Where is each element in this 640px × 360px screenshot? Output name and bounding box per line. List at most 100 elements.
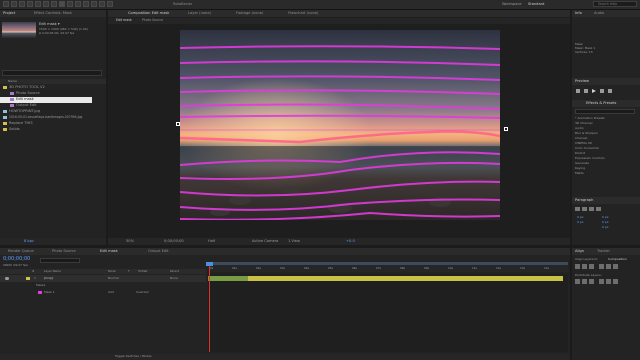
timeline-timecode[interactable]: 0;00;00;00 [3, 257, 30, 262]
column-name[interactable]: Name [8, 79, 17, 84]
layer-number: 1 [34, 276, 36, 280]
toggle-switches-modes[interactable]: Toggle Switches / Modes [115, 354, 152, 359]
distribute-h-center-icon[interactable] [606, 279, 611, 284]
play-icon[interactable] [592, 89, 596, 93]
zoom-tool-icon[interactable] [27, 1, 33, 7]
workspace-label: Workspace [502, 2, 522, 6]
tab-audio[interactable]: Audio [594, 11, 604, 16]
tab-edit-mask[interactable]: Edit mask [100, 249, 118, 254]
tab-effects-presets[interactable]: Effects & Presets [586, 101, 616, 106]
mask-vertex-handle[interactable] [504, 127, 508, 131]
camera-tool-icon[interactable] [43, 1, 49, 7]
tab-footage[interactable]: Footage (none) [236, 11, 263, 16]
tab-project[interactable]: Project [3, 11, 15, 16]
pan-behind-tool-icon[interactable] [51, 1, 57, 7]
align-h-center-icon[interactable] [582, 264, 587, 269]
subtab-edit-mask[interactable]: Edit mask [116, 18, 132, 23]
rotobezier-label[interactable]: RotoBezier [173, 2, 192, 7]
clone-tool-icon[interactable] [83, 1, 89, 7]
distribute-top-icon[interactable] [575, 279, 580, 284]
align-right-icon[interactable] [589, 207, 594, 211]
space-after-value[interactable]: 0 px [602, 225, 609, 230]
puppet-tool-icon[interactable] [107, 1, 113, 7]
tab-paragraph[interactable]: Paragraph [575, 198, 593, 203]
hand-tool-icon[interactable] [19, 1, 25, 7]
eraser-tool-icon[interactable] [91, 1, 97, 7]
layer-name[interactable]: [Crop] [44, 276, 53, 281]
bit-depth-label[interactable]: 8 bpc [24, 239, 34, 244]
justify-icon[interactable] [596, 207, 601, 211]
playhead-handle[interactable] [206, 262, 213, 266]
project-search-field[interactable] [2, 70, 102, 76]
tab-tracker[interactable]: Tracker [597, 249, 610, 254]
track-area[interactable] [206, 262, 568, 352]
home-icon[interactable] [3, 1, 9, 7]
workspace-select[interactable]: Standard [528, 2, 544, 7]
tab-layer[interactable]: Layer (none) [188, 11, 211, 16]
subtab-photo-source[interactable]: Photo Source [142, 18, 163, 23]
align-center-icon[interactable] [582, 207, 587, 211]
viewer-timecode[interactable]: 0;00;00;00 [164, 239, 184, 244]
view-layout-select[interactable]: 1 View [288, 239, 300, 244]
zoom-level[interactable]: 50% [126, 239, 134, 244]
align-left-edge-icon[interactable] [575, 264, 580, 269]
align-top-edge-icon[interactable] [599, 264, 604, 269]
previous-frame-icon[interactable] [584, 89, 588, 93]
tab-effect-controls[interactable]: Effect Controls: Mask [34, 11, 72, 16]
layer-parent-select[interactable]: None [170, 276, 178, 281]
layer-row[interactable]: 1 [Crop] Normal None [0, 275, 206, 282]
camera-select[interactable]: Active Camera [252, 239, 278, 244]
distribute-right-icon[interactable] [613, 279, 618, 284]
comp-icon [10, 92, 14, 95]
tab-align[interactable]: Align [575, 249, 584, 254]
current-time-indicator[interactable] [209, 262, 210, 352]
timeline-search-field[interactable] [40, 258, 80, 263]
distribute-bottom-icon[interactable] [589, 279, 594, 284]
align-bottom-edge-icon[interactable] [613, 264, 618, 269]
next-frame-icon[interactable] [600, 89, 604, 93]
roto-brush-icon[interactable] [99, 1, 105, 7]
align-right-edge-icon[interactable] [589, 264, 594, 269]
align-left-icon[interactable] [575, 207, 580, 211]
composition-viewer[interactable] [176, 30, 508, 220]
preview-tab-bar: Preview [572, 78, 640, 85]
visibility-eye-icon[interactable] [5, 277, 9, 280]
mask-name[interactable]: Mask 1 [44, 290, 55, 295]
last-frame-icon[interactable] [608, 89, 612, 93]
distribute-v-center-icon[interactable] [582, 279, 587, 284]
effect-category[interactable]: Matte [575, 171, 584, 176]
tab-flowchart[interactable]: Flowchart (none) [288, 11, 318, 16]
pen-tool-icon[interactable] [59, 1, 65, 7]
tab-photo-source[interactable]: Photo Source [52, 249, 76, 254]
rotate-tool-icon[interactable] [35, 1, 41, 7]
search-help-box[interactable]: Search Help [593, 1, 637, 7]
tab-composition[interactable]: Composition Edit mask [128, 11, 169, 16]
exposure-value[interactable]: +0.0 [346, 239, 355, 244]
brush-tool-icon[interactable] [75, 1, 81, 7]
mask-row[interactable]: Mask 1 Add Inverted [0, 290, 206, 296]
tab-preview[interactable]: Preview [575, 79, 589, 84]
resolution-select[interactable]: Half [208, 239, 215, 244]
mask-inverted-checkbox[interactable]: Inverted [136, 290, 149, 295]
align-target-select[interactable]: Composition [608, 257, 627, 262]
list-item[interactable]: Solids [0, 127, 106, 133]
mask-color-swatch [38, 291, 42, 294]
layer-duration-bar[interactable] [208, 276, 563, 281]
first-frame-icon[interactable] [576, 89, 580, 93]
masks-group-row[interactable]: Masks [0, 283, 206, 289]
align-v-center-icon[interactable] [606, 264, 611, 269]
tab-output-edit[interactable]: Output Edit [148, 249, 169, 254]
text-tool-icon[interactable] [67, 1, 73, 7]
effects-search-field[interactable] [575, 109, 635, 114]
layer-mode-select[interactable]: Normal [108, 276, 119, 281]
mask-mode-select[interactable]: Add [108, 290, 114, 295]
time-ruler[interactable]: 0s 01s 02s 03s 04s 05s 06s 07s 08s 09s 1… [208, 262, 568, 272]
selection-tool-icon[interactable] [11, 1, 17, 7]
tab-render-queue[interactable]: Render Queue [8, 249, 34, 254]
right-panel: Info Audio Mask Mask: Mask 1 Vertices: 1… [572, 10, 640, 245]
first-line-indent-value[interactable]: 0 px [577, 220, 584, 225]
work-area-bar[interactable] [208, 262, 568, 265]
distribute-left-icon[interactable] [599, 279, 604, 284]
mask-vertex-handle[interactable] [176, 122, 180, 126]
tab-info[interactable]: Info [575, 11, 582, 16]
